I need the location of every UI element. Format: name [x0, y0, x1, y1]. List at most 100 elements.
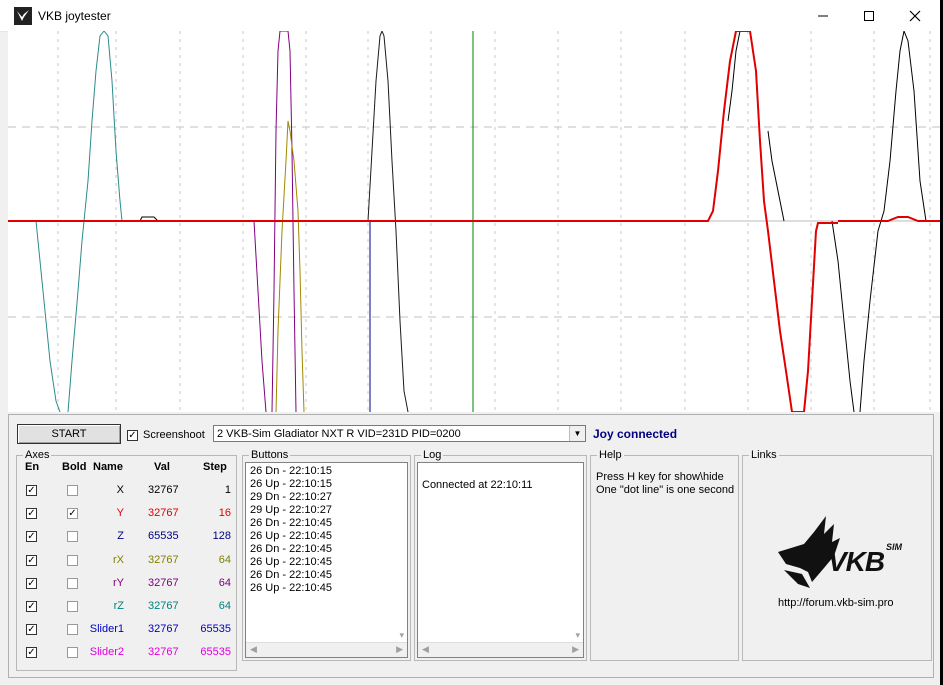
log-group-title: Log — [421, 449, 444, 461]
axis-step: 16 — [218, 507, 231, 519]
axis-name: Slider2 — [89, 646, 124, 658]
connection-status: Joy connected — [593, 427, 678, 441]
axis-graph — [8, 29, 940, 413]
axis-bold-checkbox[interactable] — [67, 531, 78, 542]
screenshoot-label: Screenshoot — [143, 429, 205, 441]
axis-name: rY — [113, 577, 124, 589]
list-item[interactable]: 26 Dn - 22:10:15 — [246, 465, 407, 478]
buttons-group-title: Buttons — [249, 449, 291, 461]
list-item[interactable]: 26 Dn - 22:10:45 — [246, 517, 407, 530]
help-line-2: One "dot line" is one second — [596, 484, 735, 496]
screenshoot-checkbox[interactable]: ✓ — [127, 430, 138, 441]
axis-value: 32767 — [148, 554, 179, 566]
axis-row-slider2: ✓ Slider2 32767 65535 — [0, 646, 232, 670]
axes-group-title: Axes — [23, 449, 52, 461]
app-logo-icon — [14, 7, 32, 25]
axis-value: 32767 — [148, 484, 179, 496]
buttons-listbox[interactable]: 26 Dn - 22:10:15 26 Up - 22:10:15 29 Dn - … — [245, 462, 408, 658]
app-window: VKB joytester START ✓ Screenshoot 2 VKB-… — [0, 0, 940, 685]
scroll-left-icon[interactable]: ◀ — [422, 644, 429, 655]
forum-link[interactable]: http://forum.vkb-sim.pro — [778, 597, 894, 609]
list-item[interactable]: 26 Up - 22:10:45 — [246, 530, 407, 543]
axis-row-rx: ✓ rX 32767 64 — [0, 554, 232, 578]
axis-row-x: ✓ X 32767 1 — [0, 484, 232, 508]
device-select[interactable]: 2 VKB-Sim Gladiator NXT R VID=231D PID=0… — [213, 425, 586, 442]
log-hscrollbar[interactable]: ◀ ▶ — [418, 642, 583, 657]
axis-enable-checkbox[interactable]: ✓ — [26, 508, 37, 519]
axis-enable-checkbox[interactable]: ✓ — [26, 601, 37, 612]
axis-enable-checkbox[interactable]: ✓ — [26, 555, 37, 566]
chevron-down-icon[interactable]: ▼ — [569, 426, 585, 441]
list-item[interactable]: 26 Dn - 22:10:45 — [246, 569, 407, 582]
axis-enable-checkbox[interactable]: ✓ — [26, 485, 37, 496]
log-text: Connected at 22:10:11 — [422, 479, 533, 491]
axis-bold-checkbox[interactable] — [67, 624, 78, 635]
axis-enable-checkbox[interactable]: ✓ — [26, 531, 37, 542]
axes-header-bold: Bold — [62, 461, 87, 473]
axis-name: X — [116, 484, 124, 496]
axis-step: 64 — [218, 554, 231, 566]
axis-value: 65535 — [148, 530, 179, 542]
maximize-button[interactable] — [846, 0, 892, 31]
axis-bold-checkbox[interactable] — [67, 555, 78, 566]
axis-step: 1 — [224, 484, 231, 496]
logo-wordmark: VKB — [828, 546, 885, 577]
axis-value: 32767 — [148, 646, 179, 658]
axis-bold-checkbox[interactable] — [67, 647, 78, 658]
list-item[interactable]: 29 Up - 22:10:27 — [246, 504, 407, 517]
scroll-down-icon[interactable]: ▾ — [399, 630, 404, 641]
axis-row-z: ✓ Z 65535 128 — [0, 530, 232, 554]
axis-row-y: ✓ ✓ Y 32767 16 — [0, 507, 232, 531]
list-item[interactable]: 29 Dn - 22:10:27 — [246, 491, 407, 504]
list-item[interactable]: 26 Up - 22:10:15 — [246, 478, 407, 491]
scroll-down-icon[interactable]: ▾ — [575, 630, 580, 641]
scroll-right-icon[interactable]: ▶ — [572, 644, 579, 655]
axis-row-ry: ✓ rY 32767 64 — [0, 577, 232, 601]
axis-value: 32767 — [148, 623, 179, 635]
axis-value: 32767 — [148, 577, 179, 589]
list-item[interactable]: 26 Up - 22:10:45 — [246, 556, 407, 569]
axis-row-rz: ✓ rZ 32767 64 — [0, 600, 232, 624]
axes-header-en: En — [25, 461, 40, 473]
axis-step: 64 — [218, 600, 231, 612]
help-group-title: Help — [597, 449, 624, 461]
minimize-button[interactable] — [800, 0, 846, 31]
axis-enable-checkbox[interactable]: ✓ — [26, 624, 37, 635]
axis-enable-checkbox[interactable]: ✓ — [26, 578, 37, 589]
axis-bold-checkbox[interactable] — [67, 601, 78, 612]
logo-superscript: SIM — [886, 542, 903, 552]
axis-step: 65535 — [200, 646, 231, 658]
axis-bold-checkbox[interactable]: ✓ — [67, 508, 78, 519]
vkb-sim-logo[interactable]: VKB SIM — [774, 512, 904, 592]
axis-name: rX — [113, 554, 124, 566]
axis-step: 65535 — [200, 623, 231, 635]
buttons-hscrollbar[interactable]: ◀ ▶ — [246, 642, 407, 657]
scroll-left-icon[interactable]: ◀ — [250, 644, 257, 655]
axis-enable-checkbox[interactable]: ✓ — [26, 647, 37, 658]
axes-header-step: Step — [203, 461, 227, 473]
start-button[interactable]: START — [17, 424, 121, 444]
title-bar: VKB joytester — [0, 0, 940, 32]
list-item[interactable]: 26 Dn - 22:10:45 — [246, 543, 407, 556]
close-button[interactable] — [892, 0, 938, 31]
axis-value: 32767 — [148, 600, 179, 612]
help-line-1: Press H key for show\hide — [596, 471, 724, 483]
axis-bold-checkbox[interactable] — [67, 485, 78, 496]
list-item[interactable]: 26 Up - 22:10:45 — [246, 582, 407, 595]
axis-bold-checkbox[interactable] — [67, 578, 78, 589]
axis-row-slider1: ✓ Slider1 32767 65535 — [0, 623, 232, 647]
links-group-title: Links — [749, 449, 779, 461]
log-textbox[interactable]: Connected at 22:10:11 ▾ ◀ ▶ — [417, 462, 584, 658]
axis-step: 128 — [212, 530, 231, 542]
axis-step: 64 — [218, 577, 231, 589]
axis-value: 32767 — [148, 507, 179, 519]
scroll-right-icon[interactable]: ▶ — [396, 644, 403, 655]
axes-header-name: Name — [93, 461, 123, 473]
axis-graph-canvas — [8, 29, 940, 413]
axes-header-val: Val — [154, 461, 170, 473]
axis-name: Slider1 — [89, 623, 124, 635]
device-select-value: 2 VKB-Sim Gladiator NXT R VID=231D PID=0… — [217, 428, 461, 440]
axis-name: Y — [116, 507, 124, 519]
axis-name: Z — [117, 530, 124, 542]
window-title: VKB joytester — [38, 9, 111, 23]
